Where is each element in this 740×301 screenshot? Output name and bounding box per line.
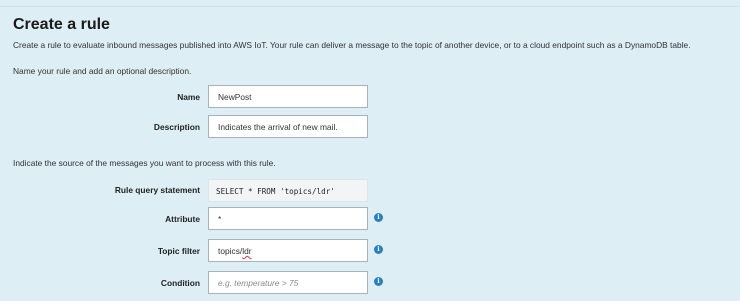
condition-label: Condition (160, 278, 200, 288)
description-label: Description (153, 122, 200, 132)
topic-filter-flagged-word: ldr (242, 246, 252, 256)
query-statement-field: SELECT * FROM 'topics/ldr' (208, 179, 368, 202)
attribute-label: Attribute (165, 214, 200, 224)
topic-filter-label: Topic filter (157, 246, 200, 256)
condition-info-icon[interactable]: i (374, 277, 383, 286)
query-label: Rule query statement (114, 185, 200, 195)
topic-filter-input[interactable]: topics/ldr (208, 239, 368, 262)
name-input[interactable]: NewPost (208, 85, 368, 108)
topic-filter-info-icon[interactable]: i (374, 245, 383, 254)
condition-input[interactable]: e.g. temperature > 75 (208, 271, 368, 294)
page-title: Create a rule (13, 16, 110, 33)
source-section-label: Indicate the source of the messages you … (13, 158, 276, 168)
name-label: Name (177, 92, 200, 102)
attribute-input[interactable]: * (208, 207, 368, 230)
description-input[interactable]: Indicates the arrival of new mail. (208, 115, 368, 138)
intro-text: Create a rule to evaluate inbound messag… (13, 40, 691, 50)
top-divider (0, 6, 740, 7)
topic-filter-prefix: topics/ (218, 246, 243, 256)
attribute-info-icon[interactable]: i (374, 213, 383, 222)
name-section-label: Name your rule and add an optional descr… (13, 66, 192, 76)
